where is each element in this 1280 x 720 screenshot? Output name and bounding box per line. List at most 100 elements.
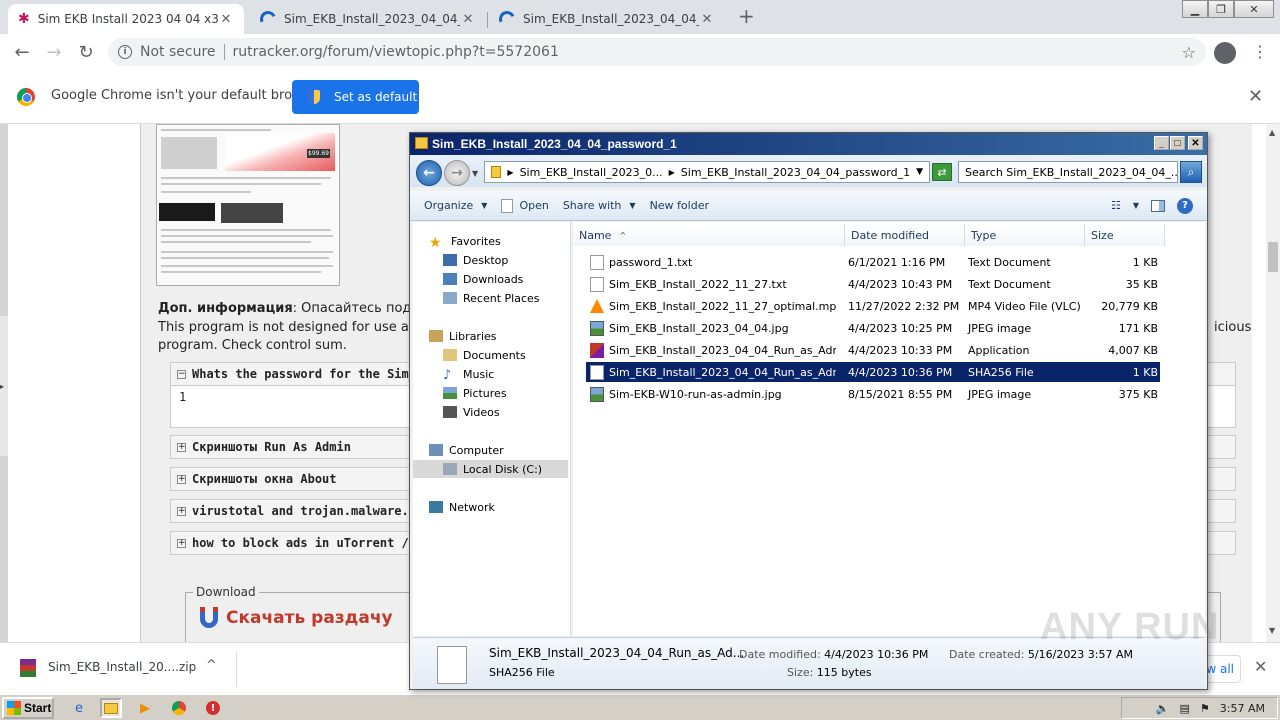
desktop-icon [443, 254, 457, 266]
view-chevron-down-icon[interactable]: ▼ [1133, 201, 1139, 210]
column-type[interactable]: Type [965, 224, 1085, 246]
tree-network[interactable]: Network [429, 498, 495, 516]
tab-rutracker[interactable]: ✱ Sim EKB Install 2023 04 04 x32 [2023 ✕ [8, 4, 244, 34]
bookmark-star-icon[interactable]: ☆ [1182, 43, 1196, 62]
column-size[interactable]: Size [1085, 224, 1165, 246]
breadcrumb-arrow-icon[interactable]: ▶ [669, 168, 675, 177]
recent-pages-chevron-icon[interactable]: ▼ [472, 169, 478, 178]
tree-libraries[interactable]: Libraries [429, 327, 497, 345]
details-date-created: 5/16/2023 3:57 AM [1027, 648, 1134, 661]
explorer-forward-button[interactable]: → [444, 160, 470, 186]
explorer-address-bar[interactable]: ▶ Sim_EKB_Install_2023_0... ▶ Sim_EKB_In… [484, 161, 930, 183]
new-folder-button[interactable]: New folder [650, 199, 709, 212]
chrome-taskbar-icon[interactable] [168, 698, 190, 718]
page-side-handle[interactable]: ▸ [0, 316, 8, 456]
url-text[interactable]: rutracker.org/forum/viewtopic.php?t=5572… [233, 44, 559, 60]
minimize-button[interactable]: ▁ [1182, 0, 1208, 18]
breadcrumb-current[interactable]: Sim_EKB_Install_2023_04_04_password_1 [681, 166, 910, 179]
tree-computer[interactable]: Computer [429, 441, 504, 459]
tree-local-disk[interactable]: Local Disk (C:) [413, 460, 568, 478]
share-with-menu[interactable]: Share with ▼ [563, 199, 636, 212]
explorer-maximize-button[interactable]: □ [1170, 136, 1185, 150]
tree-recent-places[interactable]: Recent Places [443, 289, 540, 307]
refresh-icon[interactable]: ⇄ [932, 163, 952, 181]
file-name: Sim_EKB_Install_2023_04_04_Run_as_Admi..… [609, 343, 836, 357]
scroll-up-icon[interactable]: ▲ [1269, 128, 1275, 137]
post-screenshot-thumbnail[interactable]: $99.69 [156, 124, 340, 286]
maximize-button[interactable]: ❐ [1208, 0, 1234, 18]
tree-videos[interactable]: Videos [443, 403, 500, 421]
clock[interactable]: 3:57 AM [1220, 702, 1265, 715]
breadcrumb-arrow-icon[interactable]: ▶ [507, 168, 513, 177]
file-row[interactable]: password_1.txt 6/1/2021 1:16 PM Text Doc… [586, 252, 1160, 272]
new-tab-button[interactable]: + [738, 4, 755, 28]
shelf-close-icon[interactable]: ✕ [1254, 657, 1267, 676]
file-row[interactable]: Sim_EKB_Install_2022_11_27.txt 4/4/2023 … [586, 274, 1160, 294]
help-icon[interactable]: ? [1177, 197, 1193, 214]
antivirus-icon[interactable]: ! [202, 698, 224, 718]
column-label: Size [1091, 228, 1114, 242]
back-button[interactable]: ← [10, 40, 34, 64]
start-button[interactable]: Start [2, 697, 54, 719]
address-dropdown-icon[interactable]: ▼ [916, 167, 923, 177]
thumb-photo [161, 137, 217, 169]
checksum-text: program. Check control sum. [158, 338, 347, 353]
explorer-taskbar-icon[interactable] [100, 698, 122, 718]
reload-button[interactable]: ↻ [74, 40, 98, 64]
tree-favorites[interactable]: ★ Favorites [429, 232, 501, 252]
tree-downloads[interactable]: Downloads [443, 270, 523, 288]
explorer-minimize-button[interactable]: _ [1154, 136, 1169, 150]
tab-close-icon[interactable]: ✕ [218, 12, 234, 27]
file-type: JPEG image [968, 321, 1032, 335]
download-options-chevron-icon[interactable]: ^ [206, 658, 217, 673]
scroll-down-icon[interactable]: ▼ [1269, 626, 1275, 635]
scrollbar-thumb[interactable] [1268, 242, 1278, 272]
close-window-button[interactable]: ✕ [1234, 0, 1274, 18]
file-row[interactable]: Sim_EKB_Install_2023_04_04.jpg 4/4/2023 … [586, 318, 1160, 338]
column-name[interactable]: Name ^ [573, 224, 845, 246]
tab-close-icon[interactable]: ✕ [699, 12, 715, 27]
download-item-name[interactable]: Sim_EKB_Install_20....zip [48, 660, 196, 674]
tree-desktop[interactable]: Desktop [443, 251, 508, 269]
search-icon[interactable]: ⌕ [1180, 161, 1202, 183]
tree-label: Music [463, 367, 495, 381]
download-torrent-button[interactable]: Скачать раздачу [200, 607, 393, 628]
navigation-pane: ★ Favorites Desktop Downloads Recent Plac… [413, 222, 571, 636]
infobar-close-icon[interactable]: ✕ [1248, 86, 1263, 107]
set-as-default-button[interactable]: Set as default [292, 80, 419, 114]
security-tray-icon[interactable]: ⚑ [1200, 702, 1210, 715]
tab-password-1[interactable]: Sim_EKB_Install_2023_04_04_passw ✕ [250, 4, 486, 34]
file-row[interactable]: Sim_EKB_Install_2022_11_27_optimal.mp4 1… [586, 296, 1160, 316]
file-row[interactable]: Sim_EKB_Install_2023_04_04_Run_as_Admi..… [586, 340, 1160, 360]
sha256-file-icon [590, 364, 604, 380]
menu-kebab-icon[interactable]: ⋮ [1252, 42, 1268, 61]
file-row[interactable]: Sim-EKB-W10-run-as-admin.jpg 8/15/2021 8… [586, 384, 1160, 404]
tab-close-icon[interactable]: ✕ [460, 12, 476, 27]
explorer-title-bar[interactable]: Sim_EKB_Install_2023_04_04_password_1 _ … [410, 133, 1207, 155]
ie-icon[interactable]: e [68, 698, 90, 718]
page-scrollbar[interactable]: ▲ ▼ [1266, 124, 1280, 642]
libraries-icon [429, 330, 443, 342]
file-date: 4/4/2023 10:33 PM [848, 343, 953, 357]
media-player-icon[interactable]: ▶ [134, 698, 156, 718]
column-date-modified[interactable]: Date modified [845, 224, 965, 246]
address-bar[interactable]: i Not secure rutracker.org/forum/viewtop… [108, 38, 1206, 66]
preview-pane-icon[interactable] [1151, 199, 1165, 212]
explorer-search-input[interactable]: Search Sim_EKB_Install_2023_04_04_... [958, 161, 1178, 183]
info-icon[interactable]: i [118, 45, 132, 59]
explorer-close-button[interactable]: ✕ [1188, 136, 1203, 150]
breadcrumb-parent[interactable]: Sim_EKB_Install_2023_0... [520, 166, 663, 179]
tree-pictures[interactable]: Pictures [443, 384, 507, 402]
volume-icon[interactable]: 🔈 [1156, 702, 1170, 715]
forward-button[interactable]: → [42, 40, 66, 64]
open-button[interactable]: Open [501, 198, 549, 213]
profile-avatar-icon[interactable] [1214, 42, 1236, 64]
tree-documents[interactable]: Documents [443, 346, 526, 364]
tab-password-2[interactable]: Sim_EKB_Install_2023_04_04_passw ✕ [489, 4, 725, 34]
explorer-back-button[interactable]: ← [416, 160, 442, 186]
tree-music[interactable]: ♪ Music [443, 365, 495, 384]
network-tray-icon[interactable]: ▤ [1180, 702, 1190, 715]
view-options-icon[interactable]: ☷ [1111, 199, 1121, 212]
file-row-selected[interactable]: Sim_EKB_Install_2023_04_04_Run_as_Admi..… [585, 361, 1161, 383]
organize-menu[interactable]: Organize ▼ [424, 199, 487, 212]
